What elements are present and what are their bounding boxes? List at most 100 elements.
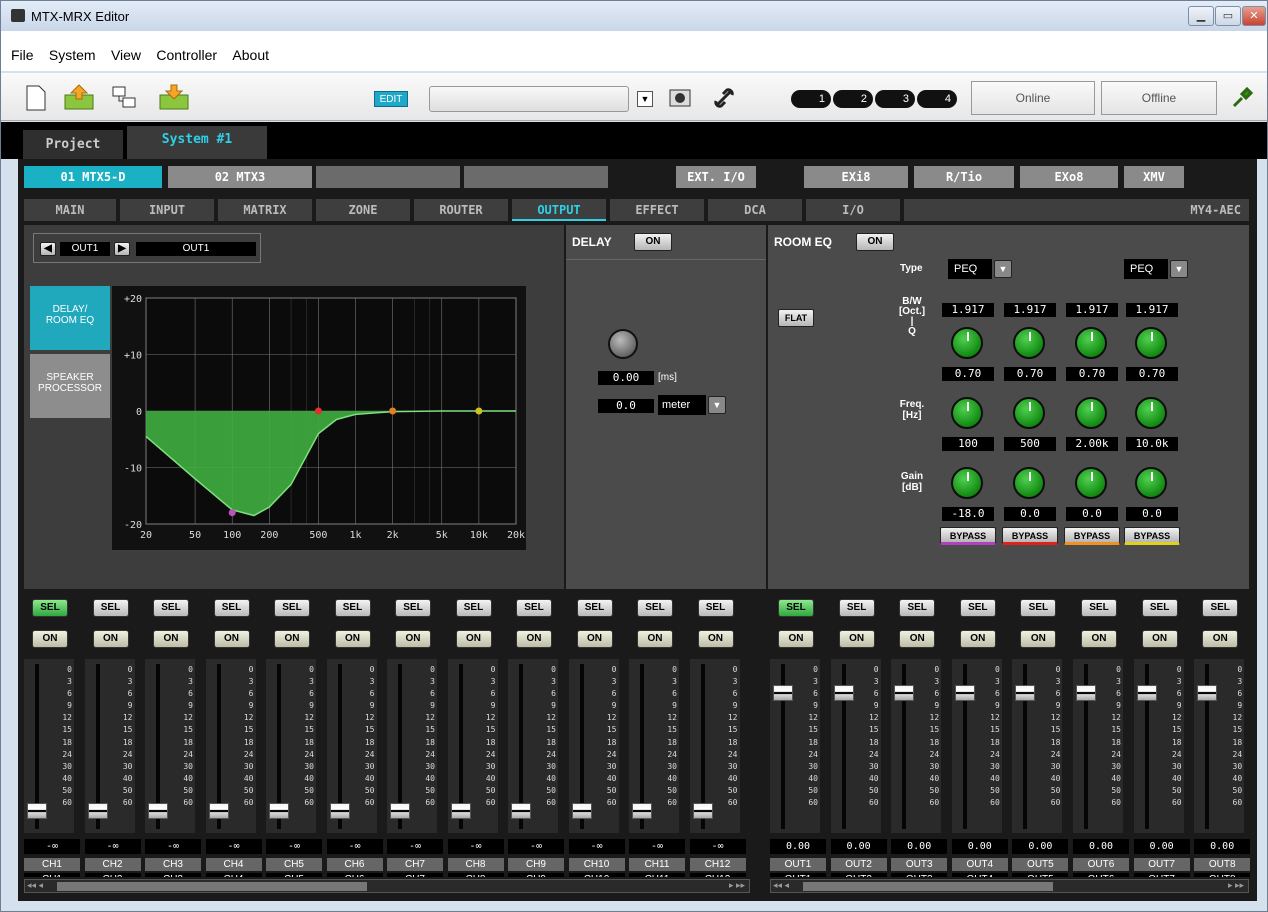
link-icon[interactable]: [713, 87, 735, 109]
band4-gain-value[interactable]: 0.0: [1126, 507, 1178, 521]
tab-router[interactable]: ROUTER: [414, 199, 508, 221]
fader-knob[interactable]: [450, 803, 471, 819]
fader[interactable]: 0 3 6 9 12 15 18 24 30 40 50 60: [568, 659, 619, 833]
delay-on-button[interactable]: ON: [634, 233, 672, 251]
on-button[interactable]: ON: [213, 630, 250, 648]
tab-main[interactable]: MAIN: [24, 199, 116, 221]
menu-about[interactable]: About: [226, 45, 275, 65]
on-button[interactable]: ON: [1141, 630, 1178, 648]
device-tab-empty-2[interactable]: [464, 166, 608, 188]
fader-knob[interactable]: [27, 803, 47, 819]
minimize-button[interactable]: ▁: [1188, 6, 1214, 26]
level-value[interactable]: 0.00: [1133, 839, 1190, 854]
band4-type-select[interactable]: PEQ: [1124, 259, 1168, 279]
on-button[interactable]: ON: [1020, 630, 1057, 648]
tab-project[interactable]: Project: [23, 130, 123, 159]
band1-freq-value[interactable]: 100: [942, 437, 994, 451]
fader-knob[interactable]: [632, 803, 652, 819]
band1-type-select[interactable]: PEQ: [948, 259, 992, 279]
offline-button[interactable]: Offline: [1101, 81, 1217, 115]
scroll-right-icon[interactable]: ▸ ▸▸: [729, 880, 745, 891]
band4-bypass-button[interactable]: BYPASS: [1124, 527, 1180, 545]
open-file-icon[interactable]: [63, 83, 95, 111]
band4-q-value[interactable]: 0.70: [1126, 367, 1178, 381]
delay-room-eq-button[interactable]: DELAY/ ROOM EQ: [30, 286, 110, 350]
on-button[interactable]: ON: [334, 630, 371, 648]
fader-knob[interactable]: [1076, 685, 1096, 701]
tab-io[interactable]: I/O: [806, 199, 900, 221]
fader[interactable]: 0 3 6 9 12 15 18 24 30 40 50 60: [1012, 659, 1063, 833]
sel-button[interactable]: SEL: [274, 599, 310, 617]
band2-bw-value[interactable]: 1.917: [1004, 303, 1056, 317]
level-value[interactable]: -∞: [84, 839, 141, 854]
band3-bw-value[interactable]: 1.917: [1066, 303, 1118, 317]
tab-input[interactable]: INPUT: [120, 199, 214, 221]
level-value[interactable]: -∞: [145, 839, 201, 854]
fader[interactable]: 0 3 6 9 12 15 18 24 30 40 50 60: [145, 659, 195, 833]
device-tab-01[interactable]: 01 MTX5-D: [24, 166, 162, 188]
preset-select[interactable]: [429, 86, 629, 112]
band4-q-knob[interactable]: [1135, 327, 1167, 359]
on-button[interactable]: ON: [395, 630, 431, 648]
sel-button[interactable]: SEL: [1020, 599, 1057, 617]
level-value[interactable]: -∞: [447, 839, 504, 854]
level-value[interactable]: -∞: [689, 839, 746, 854]
distance-unit-select[interactable]: meter: [658, 395, 706, 415]
on-button[interactable]: ON: [778, 630, 814, 648]
fader-knob[interactable]: [329, 803, 350, 819]
connect-plug-icon[interactable]: [1231, 87, 1253, 109]
tab-output[interactable]: OUTPUT: [512, 199, 606, 221]
fader[interactable]: 0 3 6 9 12 15 18 24 30 40 50 60: [1133, 659, 1184, 833]
band4-type-dropdown-icon[interactable]: ▼: [1170, 260, 1188, 278]
fader-knob[interactable]: [511, 803, 531, 819]
tab-my4-aec[interactable]: MY4-AEC: [904, 199, 1249, 221]
fader[interactable]: 0 3 6 9 12 15 18 24 30 40 50 60: [205, 659, 256, 833]
scroll-left-icon[interactable]: ◂◂ ◂: [27, 880, 43, 891]
fader[interactable]: 0 3 6 9 12 15 18 24 30 40 50 60: [1073, 659, 1123, 833]
band3-gain-knob[interactable]: [1075, 467, 1107, 499]
level-value[interactable]: 0.00: [1012, 839, 1069, 854]
level-value[interactable]: -∞: [205, 839, 262, 854]
band3-bypass-button[interactable]: BYPASS: [1064, 527, 1120, 545]
fader[interactable]: 0 3 6 9 12 15 18 24 30 40 50 60: [629, 659, 679, 833]
new-file-icon[interactable]: [26, 85, 46, 111]
on-button[interactable]: ON: [899, 630, 936, 648]
band3-freq-value[interactable]: 2.00k: [1066, 437, 1118, 451]
device-tab-exo8[interactable]: EXo8: [1020, 166, 1118, 188]
level-value[interactable]: -∞: [24, 839, 80, 854]
band1-bw-value[interactable]: 1.917: [942, 303, 994, 317]
band1-gain-knob[interactable]: [951, 467, 983, 499]
fader-knob[interactable]: [269, 803, 289, 819]
menu-system[interactable]: System: [43, 45, 102, 65]
band4-gain-knob[interactable]: [1135, 467, 1167, 499]
fader-knob[interactable]: [833, 685, 854, 701]
tab-dca[interactable]: DCA: [708, 199, 802, 221]
device-tab-xmv[interactable]: XMV: [1124, 166, 1184, 188]
sel-button[interactable]: SEL: [213, 599, 250, 617]
fader-knob[interactable]: [208, 803, 229, 819]
on-button[interactable]: ON: [153, 630, 189, 648]
band3-gain-value[interactable]: 0.0: [1066, 507, 1118, 521]
band3-freq-knob[interactable]: [1075, 397, 1107, 429]
fader-knob[interactable]: [894, 685, 915, 701]
band2-gain-value[interactable]: 0.0: [1004, 507, 1056, 521]
band2-q-value[interactable]: 0.70: [1004, 367, 1056, 381]
band2-bypass-button[interactable]: BYPASS: [1002, 527, 1058, 545]
band1-q-knob[interactable]: [951, 327, 983, 359]
fader-knob[interactable]: [1015, 685, 1036, 701]
sel-button[interactable]: SEL: [778, 599, 814, 617]
network-icon[interactable]: [111, 85, 139, 111]
level-value[interactable]: -∞: [326, 839, 383, 854]
fader[interactable]: 0 3 6 9 12 15 18 24 30 40 50 60: [24, 659, 74, 833]
band1-gain-value[interactable]: -18.0: [942, 507, 994, 521]
sel-button[interactable]: SEL: [1202, 599, 1239, 617]
sel-button[interactable]: SEL: [516, 599, 552, 617]
sel-button[interactable]: SEL: [899, 599, 936, 617]
speaker-processor-button[interactable]: SPEAKER PROCESSOR: [30, 354, 110, 418]
next-channel-button[interactable]: ▶: [114, 242, 130, 256]
on-button[interactable]: ON: [637, 630, 673, 648]
menu-file[interactable]: File: [5, 45, 40, 65]
band1-q-value[interactable]: 0.70: [942, 367, 994, 381]
scroll-right-icon[interactable]: ▸ ▸▸: [1228, 880, 1244, 891]
on-button[interactable]: ON: [92, 630, 129, 648]
